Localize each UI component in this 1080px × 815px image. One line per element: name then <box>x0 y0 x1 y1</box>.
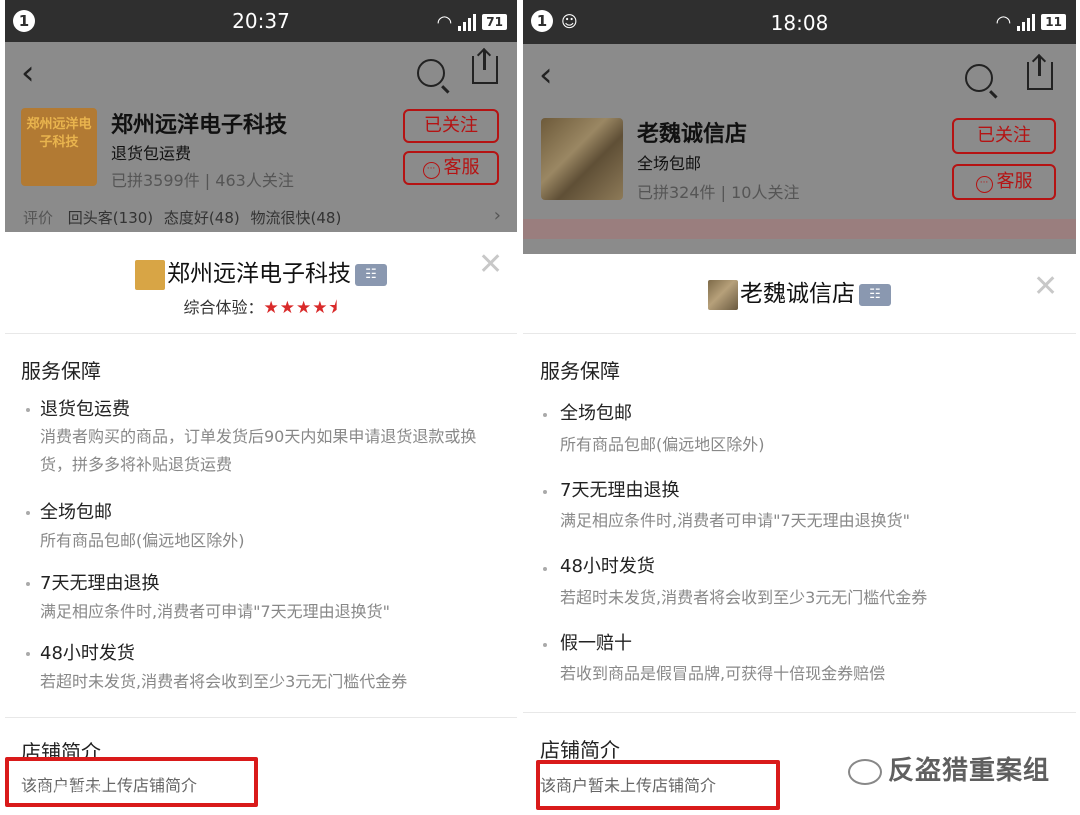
id-card-icon: ☷ <box>355 263 387 286</box>
bullet <box>26 652 30 656</box>
sheet-title: 郑州远洋电子科技 ☷ <box>5 254 517 290</box>
wifi-icon: ◠ <box>436 11 453 33</box>
shop-info-sheet: 郑州远洋电子科技 ☷ ✕ 综合体验：★★★★⯨ 服务保障 退货包运费 消费者购买的… <box>5 232 517 815</box>
highlight-box-right <box>536 760 780 810</box>
service-item-title: 7天无理由退换 <box>40 573 160 594</box>
bullet <box>26 582 30 586</box>
shop-name: 老魏诚信店 <box>637 122 748 147</box>
battery-icon: 11 <box>1041 14 1066 30</box>
section-title-service: 服务保障 <box>540 359 620 383</box>
bullet <box>543 490 547 494</box>
service-item-desc: 满足相应条件时,消费者可申请"7天无理由退换货" <box>560 511 910 530</box>
customer-service-label: 客服 <box>443 157 480 178</box>
battery-icon: 71 <box>482 14 507 30</box>
review-tag: 物流很快(48) <box>250 209 342 227</box>
customer-service-button[interactable]: ··· 客服 <box>403 151 499 185</box>
chevron-right-icon: › <box>493 205 501 226</box>
service-item-desc: 满足相应条件时,消费者可申请"7天无理由退换货" <box>40 602 390 621</box>
shop-name: 郑州远洋电子科技 <box>111 113 288 138</box>
shop-stats: 已拼3599件 | 463人关注 <box>111 171 294 190</box>
divider <box>523 712 1076 713</box>
shop-subtitle: 退货包运费 <box>111 144 192 163</box>
service-item-desc: 所有商品包邮(偏远地区除外) <box>40 531 245 550</box>
follow-button[interactable]: 已关注 <box>403 109 499 143</box>
shop-logo <box>541 118 623 200</box>
sheet-title: 老魏诚信店 ☷ <box>523 274 1076 310</box>
service-item-title: 全场包邮 <box>560 403 632 424</box>
service-item-desc: 若超时未发货,消费者将会收到至少3元无门槛代金券 <box>560 588 928 607</box>
left-phone-screen: 1 20:37 ◠ 71 ‹ 郑州远洋电子科技 郑州远洋电子科技 退货包运费 已… <box>5 0 517 815</box>
status-bar: 1 20:37 ◠ 71 <box>5 0 517 42</box>
service-item-desc: 所有商品包邮(偏远地区除外) <box>560 435 765 454</box>
service-item-title: 全场包邮 <box>40 502 112 523</box>
shop-mini-logo <box>135 259 165 290</box>
review-tag: 态度好(48) <box>163 209 240 227</box>
customer-service-label: 客服 <box>996 171 1033 192</box>
id-card-icon: ☷ <box>859 283 891 306</box>
service-item-title: 48小时发货 <box>40 643 135 664</box>
wechat-icon <box>847 758 882 785</box>
review-tag: 回头客(130) <box>67 209 154 227</box>
search-icon[interactable] <box>417 59 445 87</box>
rating-stars: ★★★★⯨ <box>263 298 339 318</box>
bullet <box>26 408 30 412</box>
divider <box>5 717 517 718</box>
sheet-title-text: 郑州远洋电子科技 <box>167 261 351 287</box>
chat-icon: ··· <box>422 162 440 179</box>
review-label: 评价 <box>23 209 54 227</box>
customer-service-button[interactable]: ··· 客服 <box>952 164 1056 200</box>
sheet-title-text: 老魏诚信店 <box>740 281 855 307</box>
signal-icon <box>458 13 477 31</box>
search-icon[interactable] <box>965 64 993 92</box>
back-arrow-icon[interactable]: ‹ <box>21 56 35 90</box>
shop-info-sheet: 老魏诚信店 ☷ ✕ 服务保障 全场包邮 所有商品包邮(偏远地区除外) 7天无理由退… <box>523 254 1076 815</box>
watermark-right-text: 反盗猎重案组 <box>887 756 1050 786</box>
rating-label: 综合体验： <box>183 298 264 317</box>
right-phone-screen: 1 ☺ 18:08 ◠ 11 ‹ 老魏诚信店 全场包邮 已拼324件 | 10人… <box>523 0 1076 815</box>
shop-stats: 已拼324件 | 10人关注 <box>637 183 800 202</box>
follow-button[interactable]: 已关注 <box>952 118 1056 154</box>
service-item-title: 退货包运费 <box>40 399 130 420</box>
bullet <box>543 643 547 647</box>
service-item-title: 48小时发货 <box>560 556 655 577</box>
review-tags-row[interactable]: 评价 回头客(130) 态度好(48) 物流很快(48) <box>23 207 347 228</box>
highlight-box-left <box>5 757 258 807</box>
bullet <box>543 567 547 571</box>
chat-icon: ··· <box>975 176 993 193</box>
sheet-header: 老魏诚信店 ☷ ✕ <box>523 254 1076 334</box>
service-item-title: 7天无理由退换 <box>560 480 680 501</box>
comparison-screenshot: 1 20:37 ◠ 71 ‹ 郑州远洋电子科技 郑州远洋电子科技 退货包运费 已… <box>0 0 1080 815</box>
sheet-header: 郑州远洋电子科技 ☷ ✕ 综合体验：★★★★⯨ <box>5 232 517 334</box>
status-bar: 1 ☺ 18:08 ◠ 11 <box>523 0 1076 44</box>
status-time: 18:08 <box>770 11 829 35</box>
share-icon[interactable] <box>472 50 498 84</box>
watermark-right: 反盗猎重案组 <box>847 750 1050 787</box>
shop-mini-logo <box>708 279 738 310</box>
bullet <box>26 511 30 515</box>
shop-header-overlay: ‹ 郑州远洋电子科技 郑州远洋电子科技 退货包运费 已拼3599件 | 463人… <box>5 42 517 232</box>
signal-icon <box>1017 13 1036 31</box>
status-icons: ◠ 71 <box>437 11 507 33</box>
status-icons: ◠ 11 <box>996 11 1066 33</box>
shop-header-overlay: ‹ 老魏诚信店 全场包邮 已拼324件 | 10人关注 已关注 ··· 客服 <box>523 44 1076 254</box>
service-item-title: 假一赔十 <box>560 633 632 654</box>
category-strip <box>523 219 1076 239</box>
close-icon[interactable]: ✕ <box>1033 272 1058 302</box>
shop-logo: 郑州远洋电子科技 <box>21 108 97 186</box>
service-item-desc: 若收到商品是假冒品牌,可获得十倍现金券赔偿 <box>560 664 886 683</box>
shop-subtitle: 全场包邮 <box>637 154 702 173</box>
service-item-desc: 消费者购买的商品，订单发货后90天内如果申请退货退款或换货，拼多多将补贴退货运费 <box>40 427 477 474</box>
section-title-service: 服务保障 <box>21 359 101 383</box>
section-title-intro: 店铺简介 <box>540 738 620 762</box>
back-arrow-icon[interactable]: ‹ <box>539 58 553 92</box>
close-icon[interactable]: ✕ <box>478 250 503 280</box>
bullet <box>543 413 547 417</box>
service-item-desc: 若超时未发货,消费者将会收到至少3元无门槛代金券 <box>40 672 408 691</box>
share-icon[interactable] <box>1027 56 1053 90</box>
rating-row: 综合体验：★★★★⯨ <box>5 294 517 324</box>
wifi-icon: ◠ <box>995 11 1012 33</box>
